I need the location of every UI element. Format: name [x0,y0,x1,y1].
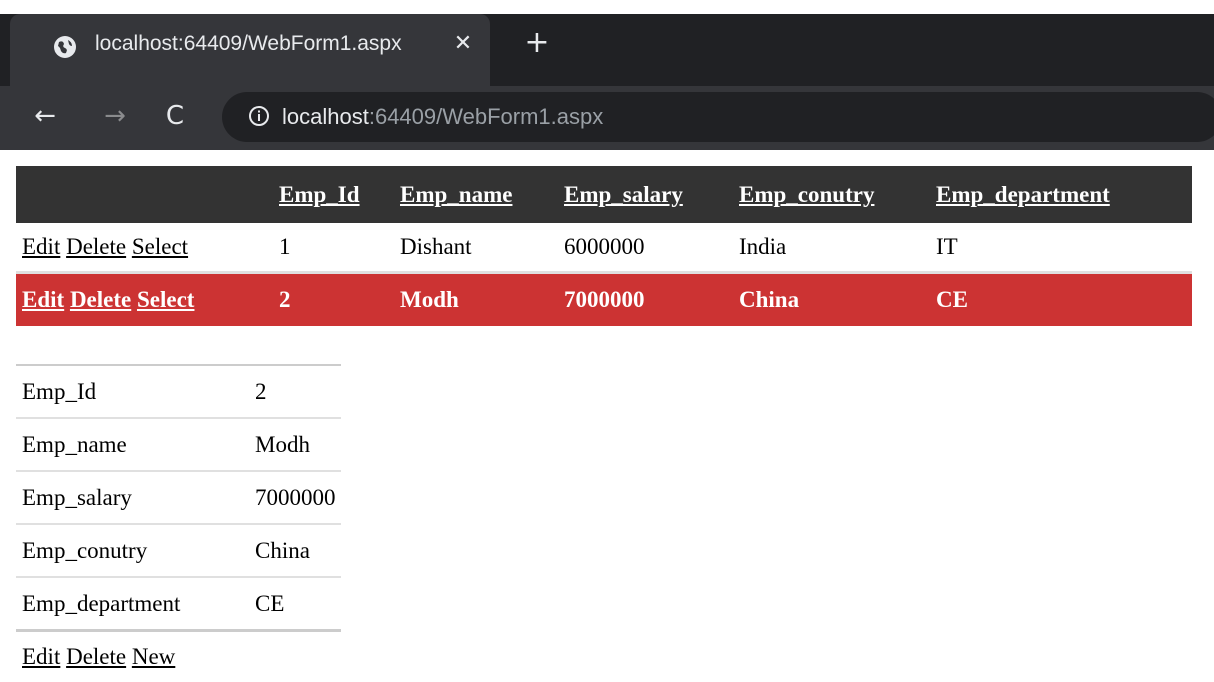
details-commands: Edit Delete New [16,631,341,682]
details-edit-link[interactable]: Edit [22,644,60,669]
address-bar[interactable]: localhost:64409/WebForm1.aspx [222,92,1214,142]
grid-header-commands [16,166,273,223]
cell-emp-country: China [733,273,930,327]
details-row-emp-id: Emp_Id 2 [16,365,341,418]
table-row: Edit Delete Select 1 Dishant 6000000 Ind… [16,223,1192,273]
employee-detailsview: Emp_Id 2 Emp_name Modh Emp_salary 700000… [16,364,341,682]
field-value: 7000000 [249,471,341,524]
field-value: CE [249,577,341,631]
tab-title: localhost:64409/WebForm1.aspx [95,32,402,56]
cell-emp-salary: 6000000 [558,223,733,273]
cell-emp-name: Dishant [394,223,558,273]
cell-emp-department: IT [930,223,1192,273]
row-commands: Edit Delete Select [16,273,273,327]
grid-header-emp-name[interactable]: Emp_name [394,166,558,223]
sort-link-emp-salary[interactable]: Emp_salary [564,182,683,207]
url-path: :64409/WebForm1.aspx [369,104,603,129]
select-link[interactable]: Select [132,234,188,259]
sort-link-emp-department[interactable]: Emp_department [936,182,1110,207]
select-link[interactable]: Select [137,287,194,312]
field-label: Emp_conutry [16,524,249,577]
info-icon[interactable] [248,105,270,127]
table-row-selected: Edit Delete Select 2 Modh 7000000 China … [16,273,1192,327]
details-row-emp-country: Emp_conutry China [16,524,341,577]
cell-emp-department: CE [930,273,1192,327]
close-tab-icon[interactable]: ✕ [450,31,476,57]
url-host: localhost [282,104,369,129]
browser-tab[interactable]: localhost:64409/WebForm1.aspx ✕ [10,14,490,86]
sort-link-emp-id[interactable]: Emp_Id [279,182,360,207]
cell-emp-name: Modh [394,273,558,327]
delete-link[interactable]: Delete [66,234,126,259]
grid-header-row: Emp_Id Emp_name Emp_salary Emp_conutry E… [16,166,1192,223]
tab-strip: localhost:64409/WebForm1.aspx ✕ + [0,14,1214,86]
grid-header-emp-id[interactable]: Emp_Id [273,166,394,223]
globe-icon [52,34,78,60]
grid-header-emp-salary[interactable]: Emp_salary [558,166,733,223]
forward-arrow-icon[interactable]: → [100,98,130,134]
field-label: Emp_name [16,418,249,471]
cell-emp-country: India [733,223,930,273]
field-value: Modh [249,418,341,471]
employee-gridview: Emp_Id Emp_name Emp_salary Emp_conutry E… [16,166,1192,326]
field-label: Emp_Id [16,365,249,418]
edit-link[interactable]: Edit [22,287,64,312]
details-row-emp-salary: Emp_salary 7000000 [16,471,341,524]
reload-icon[interactable]: C [160,98,190,134]
field-value: China [249,524,341,577]
grid-header-emp-country[interactable]: Emp_conutry [733,166,930,223]
details-row-emp-department: Emp_department CE [16,577,341,631]
grid-header-emp-department[interactable]: Emp_department [930,166,1192,223]
back-arrow-icon[interactable]: ← [30,98,60,134]
details-row-emp-name: Emp_name Modh [16,418,341,471]
cell-emp-id: 2 [273,273,394,327]
field-label: Emp_salary [16,471,249,524]
cell-emp-salary: 7000000 [558,273,733,327]
details-command-row: Edit Delete New [16,631,341,682]
details-delete-link[interactable]: Delete [66,644,126,669]
field-value: 2 [249,365,341,418]
delete-link[interactable]: Delete [70,287,131,312]
browser-toolbar: ← → C localhost:64409/WebForm1.aspx [0,86,1214,150]
edit-link[interactable]: Edit [22,234,60,259]
field-label: Emp_department [16,577,249,631]
sort-link-emp-name[interactable]: Emp_name [400,182,512,207]
new-tab-icon[interactable]: + [522,28,552,58]
row-commands: Edit Delete Select [16,223,273,273]
url-text[interactable]: localhost:64409/WebForm1.aspx [282,104,603,130]
cell-emp-id: 1 [273,223,394,273]
sort-link-emp-country[interactable]: Emp_conutry [739,182,874,207]
details-new-link[interactable]: New [132,644,175,669]
